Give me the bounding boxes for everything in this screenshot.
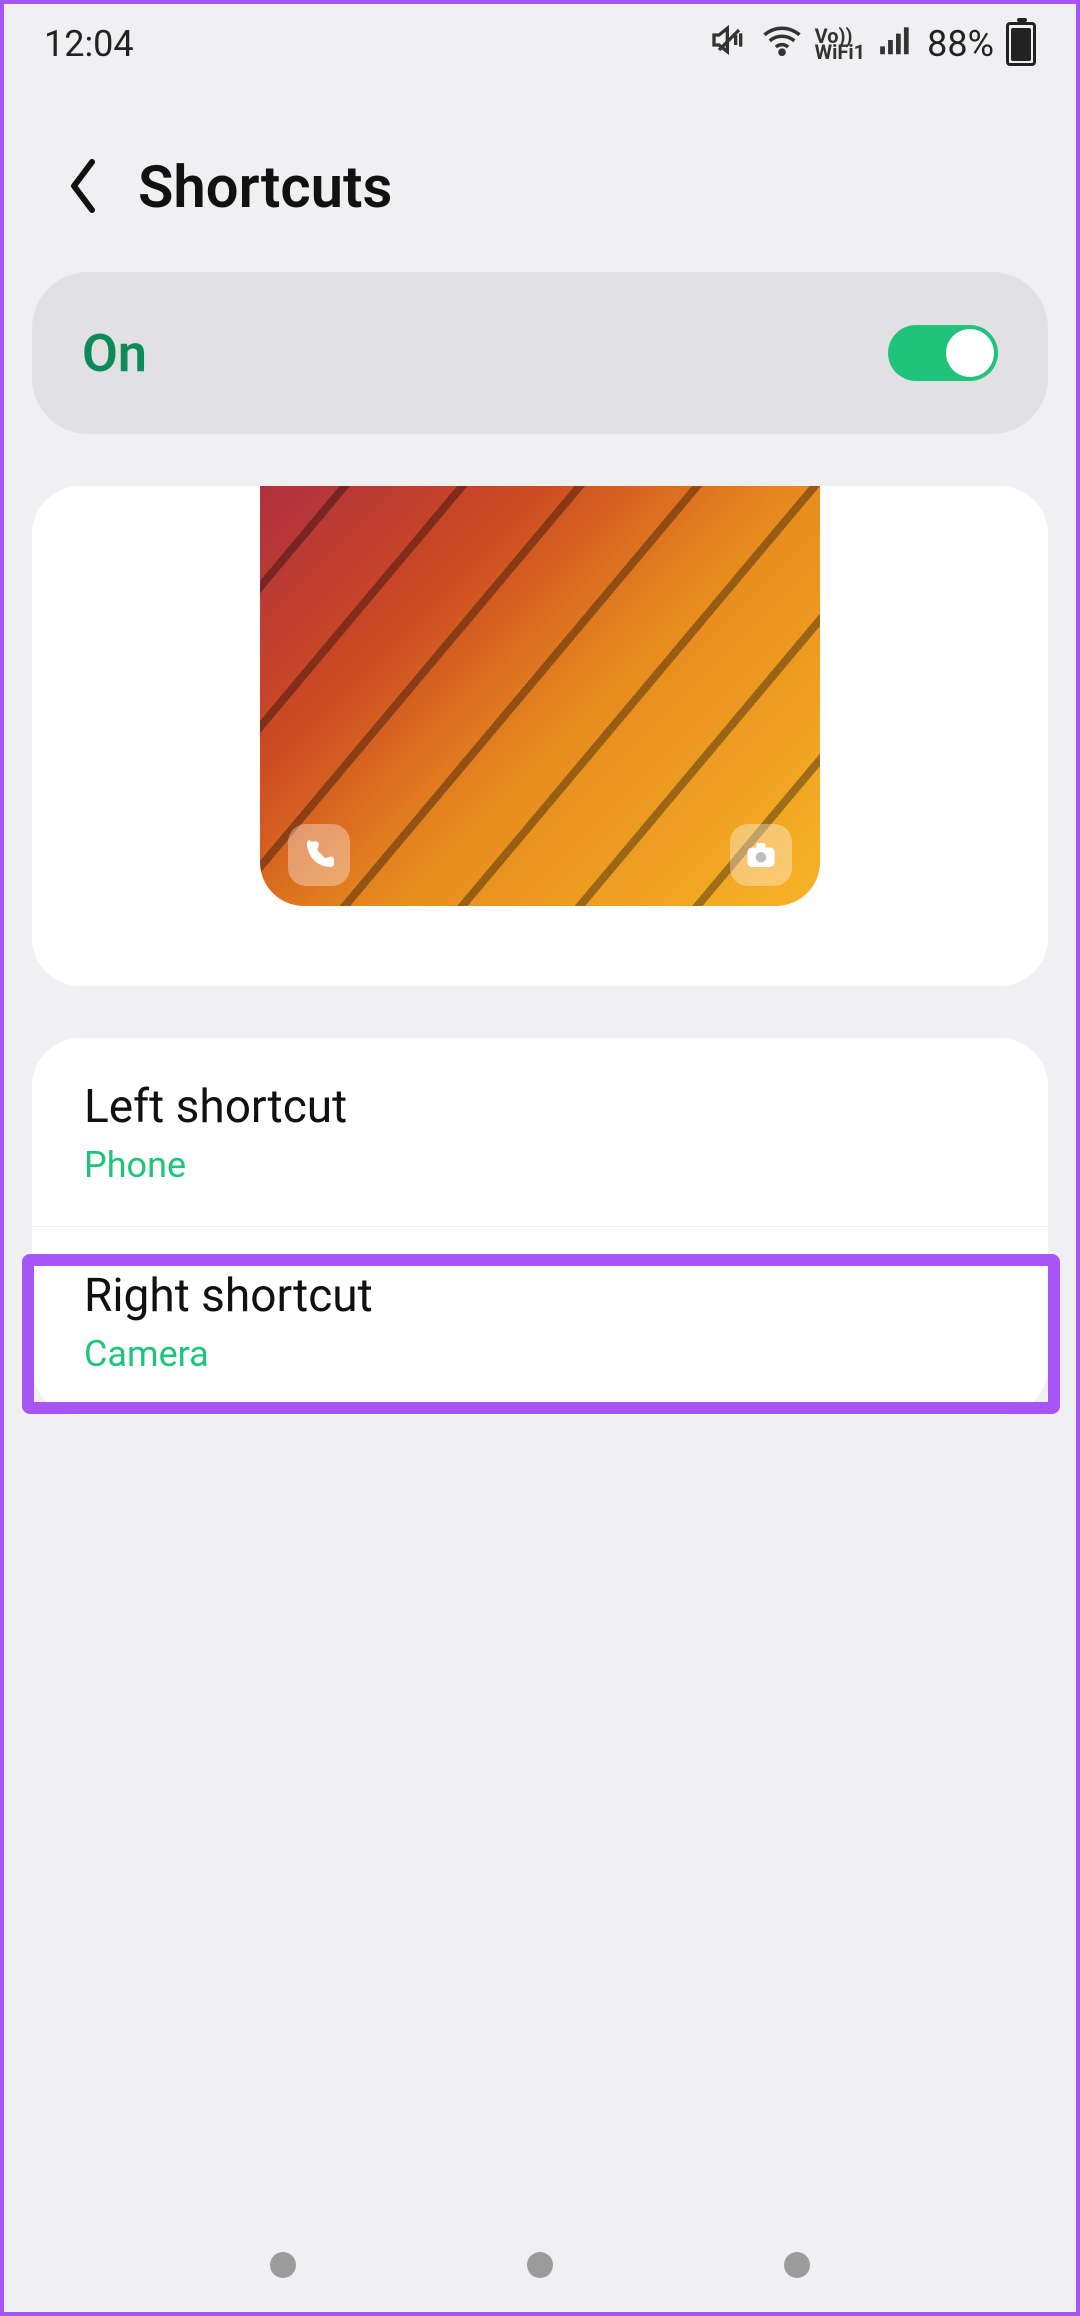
nav-back[interactable]	[784, 2252, 810, 2278]
header: Shortcuts	[4, 84, 1076, 272]
status-bar: 12:04 Vo)) WiFi1 88%	[4, 4, 1076, 84]
preview-left-shortcut	[288, 824, 350, 886]
signal-icon	[877, 21, 915, 68]
shortcut-list: Left shortcut Phone Right shortcut Camer…	[32, 1038, 1048, 1415]
page-title: Shortcuts	[138, 154, 392, 222]
wifi-icon	[761, 19, 803, 70]
nav-recents[interactable]	[270, 2252, 296, 2278]
right-shortcut-value: Camera	[84, 1333, 996, 1375]
left-shortcut-title: Left shortcut	[84, 1080, 996, 1134]
toggle-label: On	[82, 323, 147, 384]
phone-icon	[301, 837, 337, 873]
master-toggle-row[interactable]: On	[32, 272, 1048, 434]
back-icon[interactable]	[64, 156, 102, 220]
right-shortcut-title: Right shortcut	[84, 1269, 996, 1323]
master-toggle-switch[interactable]	[888, 325, 998, 381]
lockscreen-preview-card	[32, 486, 1048, 986]
left-shortcut-item[interactable]: Left shortcut Phone	[32, 1038, 1048, 1226]
battery-percent: 88%	[927, 23, 994, 65]
vowifi-label: Vo)) WiFi1	[815, 28, 866, 60]
nav-home[interactable]	[527, 2252, 553, 2278]
left-shortcut-value: Phone	[84, 1144, 996, 1186]
preview-right-shortcut	[730, 824, 792, 886]
lockscreen-preview	[260, 486, 820, 906]
vibrate-mute-icon	[709, 20, 749, 69]
navigation-bar	[4, 2252, 1076, 2278]
clock: 12:04	[44, 23, 134, 65]
camera-icon	[743, 837, 779, 873]
right-shortcut-item[interactable]: Right shortcut Camera	[32, 1226, 1048, 1415]
status-icons: Vo)) WiFi1 88%	[709, 19, 1036, 70]
battery-icon	[1006, 22, 1036, 66]
